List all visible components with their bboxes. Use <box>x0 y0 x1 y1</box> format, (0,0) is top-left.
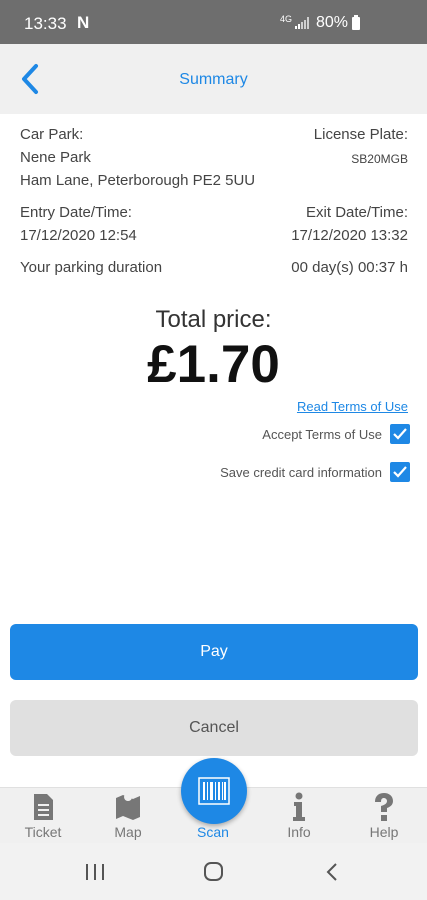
tab-label: Info <box>287 824 311 840</box>
page-title: Summary <box>179 71 248 88</box>
status-bar: 13:33 N 4G 80% <box>0 0 427 44</box>
map-icon <box>116 793 140 820</box>
read-terms-link[interactable]: Read Terms of Use <box>297 399 408 414</box>
tab-map[interactable]: Map <box>88 788 168 844</box>
car-park-name: Nene Park <box>20 149 91 166</box>
car-park-label: Car Park: <box>20 126 84 143</box>
accept-terms-label: Accept Terms of Use <box>262 426 382 442</box>
tab-label: Scan <box>197 824 229 840</box>
entry-value: 17/12/2020 12:54 <box>20 227 137 244</box>
netflix-notification-icon: N <box>77 13 90 32</box>
entry-label: Entry Date/Time: <box>20 204 132 221</box>
home-icon <box>204 862 223 881</box>
tab-help[interactable]: Help <box>344 788 424 844</box>
total-price-label: Total price: <box>155 306 272 333</box>
tab-label: Help <box>369 824 399 840</box>
total-price-value: £1.70 <box>147 335 280 394</box>
exit-label: Exit Date/Time: <box>306 204 408 221</box>
barcode-icon <box>198 777 230 805</box>
license-plate-value: SB20MGB <box>351 152 408 166</box>
pay-button[interactable]: Pay <box>10 624 418 680</box>
scan-button[interactable] <box>181 758 247 824</box>
save-card-row: Save credit card information <box>220 462 410 482</box>
battery-level: 80% <box>316 14 349 31</box>
duration-label: Your parking duration <box>20 259 163 276</box>
system-nav-bar <box>0 843 427 900</box>
tab-label: Map <box>114 824 142 840</box>
cancel-button[interactable]: Cancel <box>10 700 418 756</box>
status-time: 13:33 <box>24 14 67 33</box>
signal-icon <box>295 17 309 29</box>
checkmark-icon <box>393 428 407 440</box>
battery-icon <box>352 15 360 30</box>
checkmark-icon <box>393 466 407 478</box>
tab-ticket[interactable]: Ticket <box>3 788 83 844</box>
app-header: Summary <box>0 44 427 114</box>
back-arrow-icon <box>326 863 337 881</box>
accept-terms-checkbox[interactable] <box>390 424 410 444</box>
save-card-checkbox[interactable] <box>390 462 410 482</box>
recent-apps-icon <box>86 864 104 880</box>
exit-value: 17/12/2020 13:32 <box>291 227 408 244</box>
car-park-address: Ham Lane, Peterborough PE2 5UU <box>20 172 256 189</box>
recent-apps-button[interactable] <box>80 861 110 883</box>
info-icon <box>293 792 305 821</box>
ticket-icon <box>34 794 53 820</box>
accept-terms-row: Accept Terms of Use <box>262 424 410 444</box>
license-plate-label: License Plate: <box>313 126 408 143</box>
help-icon <box>375 793 393 821</box>
duration-value: 00 day(s) 00:37 h <box>291 259 408 276</box>
tab-label: Ticket <box>24 824 62 840</box>
network-type: 4G <box>280 14 293 24</box>
save-card-label: Save credit card information <box>220 464 382 480</box>
home-button[interactable] <box>198 861 228 883</box>
system-back-button[interactable] <box>318 861 348 883</box>
tab-info[interactable]: Info <box>259 788 339 844</box>
